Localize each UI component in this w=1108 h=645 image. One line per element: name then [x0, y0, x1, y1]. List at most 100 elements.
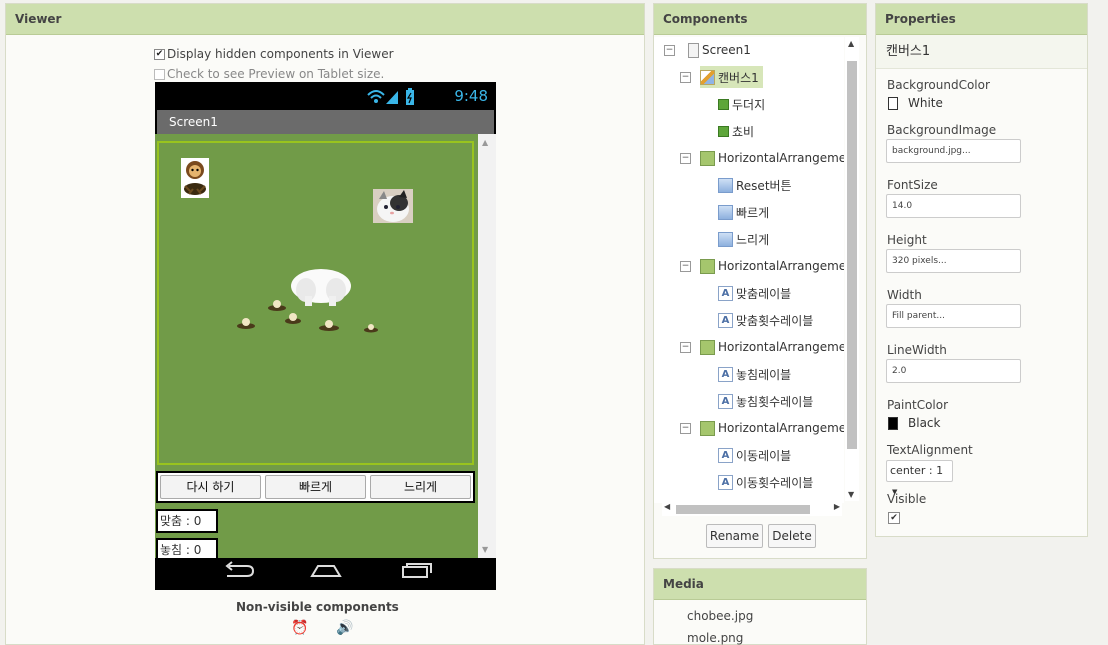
tablet-preview-row[interactable]: Check to see Preview on Tablet size. — [154, 67, 384, 81]
tree-node-label: Screen1 — [702, 43, 751, 57]
tree-node-label: 캔버스1 — [718, 70, 759, 85]
button-icon — [718, 231, 733, 247]
white-swatch — [888, 96, 898, 110]
scroll-left-icon[interactable]: ◀ — [664, 502, 670, 511]
status-time: 9:48 — [454, 87, 488, 105]
paint-color-picker[interactable]: Black — [888, 416, 940, 430]
tree-hscroll-thumb[interactable] — [676, 505, 810, 514]
tree-scroll-thumb[interactable] — [847, 61, 857, 449]
properties-panel: Properties 캔버스1 BackgroundColor White Ba… — [875, 3, 1088, 537]
nonvisible-title: Non-visible components — [236, 600, 399, 614]
scroll-up-icon[interactable]: ▲ — [482, 138, 488, 147]
button-icon — [718, 177, 733, 193]
viewer-header: Viewer — [6, 4, 644, 35]
tree-node[interactable]: HorizontalArrangement — [700, 336, 844, 358]
tree-node[interactable]: Screen1 — [688, 39, 751, 61]
arrangement-icon — [700, 420, 715, 436]
line-width-field[interactable]: 2.0 — [886, 359, 1021, 383]
components-header: Components — [654, 4, 866, 35]
tree-node-label: 느리게 — [736, 232, 770, 247]
arrangement-icon — [700, 258, 715, 274]
tree-horizontal-scrollbar[interactable]: ◀ ▶ — [662, 502, 842, 516]
screen-body: 다시 하기 빠르게 느리게 맞춤 : 0 놓침 : 0 ▲ ▼ — [155, 134, 496, 562]
canvas-preview[interactable] — [157, 141, 474, 465]
height-field[interactable]: 320 pixels... — [886, 249, 1021, 273]
label-icon: A — [718, 312, 733, 328]
tree-node[interactable]: A 놓침횟수레이블 — [718, 390, 813, 412]
arrangement-icon — [700, 150, 715, 166]
text-alignment-select[interactable]: center : 1 ▼ — [886, 460, 953, 496]
slow-button[interactable]: 느리게 — [370, 475, 471, 499]
visible-checkbox[interactable]: ✔ — [888, 512, 900, 524]
collapse-toggle-icon[interactable]: − — [680, 342, 691, 353]
tree-node-label: 이동레이블 — [736, 448, 792, 463]
scroll-down-icon[interactable]: ▼ — [482, 545, 488, 554]
tree-node-label: HorizontalArrangement — [718, 259, 844, 273]
mole-image — [184, 161, 206, 195]
delete-button[interactable]: Delete — [768, 524, 816, 548]
tree-node[interactable]: 두더지 — [718, 93, 765, 115]
collapse-toggle-icon[interactable]: − — [680, 153, 691, 164]
battery-icon — [406, 88, 414, 105]
scroll-right-icon[interactable]: ▶ — [834, 502, 840, 511]
font-size-field[interactable]: 14.0 — [886, 194, 1021, 218]
background-color-value: White — [908, 96, 943, 110]
background-color-picker[interactable]: White — [888, 96, 943, 110]
tree-node[interactable]: A 이동레이블 — [718, 444, 791, 466]
media-panel: Media chobee.jpg mole.png — [653, 568, 867, 645]
signal-icon — [386, 91, 398, 104]
collapse-toggle-icon[interactable]: − — [680, 423, 691, 434]
tree-node[interactable]: HorizontalArrangement — [700, 417, 844, 439]
tree-vertical-scrollbar[interactable]: ▲ ▼ — [845, 37, 859, 501]
background-image-label: BackgroundImage — [887, 123, 997, 137]
font-size-label: FontSize — [887, 178, 938, 192]
cat-sprite[interactable] — [373, 189, 413, 223]
tree-node[interactable]: A 맞춤횟수레이블 — [718, 309, 813, 331]
phone-preview: 9:48 Screen1 다시 하기 빠르게 느리게 맞춤: 0 놓침: 0… — [155, 82, 496, 590]
collapse-toggle-icon[interactable]: − — [680, 72, 691, 83]
status-bar: 9:48 — [155, 82, 496, 110]
tree-node[interactable]: A 이동횟수레이블 — [718, 471, 813, 493]
tree-node[interactable]: A 놓침레이블 — [718, 363, 791, 385]
collapse-toggle-icon[interactable]: − — [680, 261, 691, 272]
tree-node[interactable]: 느리게 — [718, 228, 769, 250]
clock-icon[interactable]: ⏰ — [291, 620, 308, 636]
mole-sprite[interactable] — [181, 158, 209, 198]
tree-node-label: 이동횟수레이블 — [736, 475, 814, 490]
tree-node[interactable]: HorizontalArrangement — [700, 255, 844, 277]
screen-scrollbar[interactable]: ▲ ▼ — [478, 134, 496, 558]
label-icon: A — [718, 447, 733, 463]
tree-node-label: Reset버튼 — [736, 178, 792, 193]
scroll-down-icon[interactable]: ▼ — [848, 490, 854, 499]
background-image-field[interactable]: background.jpg... — [886, 139, 1021, 163]
fast-button[interactable]: 빠르게 — [265, 475, 366, 499]
tree-node[interactable]: Reset버튼 — [718, 174, 792, 196]
label-icon: A — [718, 366, 733, 382]
width-label: Width — [887, 288, 922, 302]
display-hidden-row[interactable]: ✔ Display hidden components in Viewer — [154, 47, 394, 61]
label-icon: A — [718, 474, 733, 490]
media-item[interactable]: chobee.jpg — [687, 609, 753, 623]
home-icon — [310, 565, 342, 577]
media-item[interactable]: mole.png — [687, 631, 743, 645]
text-alignment-value: center : 1 — [890, 464, 944, 477]
reset-button[interactable]: 다시 하기 — [160, 475, 261, 499]
width-field[interactable]: Fill parent... — [886, 304, 1021, 328]
recents-icon — [402, 563, 432, 578]
tree-node[interactable]: 빠르게 — [718, 201, 769, 223]
tree-node[interactable]: HorizontalArrangement — [700, 147, 844, 169]
background-color-label: BackgroundColor — [887, 78, 990, 92]
tree-node-label: 맞춤레이블 — [736, 286, 792, 301]
wifi-icon — [367, 90, 385, 103]
rename-button[interactable]: Rename — [706, 524, 763, 548]
tree-node[interactable]: A 맞춤레이블 — [718, 282, 791, 304]
tree-node[interactable]: 캔버스1 — [700, 66, 763, 88]
sound-icon[interactable]: 🔊 — [336, 620, 353, 636]
collapse-toggle-icon[interactable]: − — [664, 45, 675, 56]
display-hidden-checkbox[interactable]: ✔ — [154, 48, 165, 60]
nav-icons — [225, 561, 432, 578]
sprite-icon — [718, 125, 729, 137]
tablet-preview-checkbox[interactable] — [154, 68, 165, 80]
tree-node[interactable]: 쵸비 — [718, 120, 754, 142]
scroll-up-icon[interactable]: ▲ — [848, 39, 854, 48]
